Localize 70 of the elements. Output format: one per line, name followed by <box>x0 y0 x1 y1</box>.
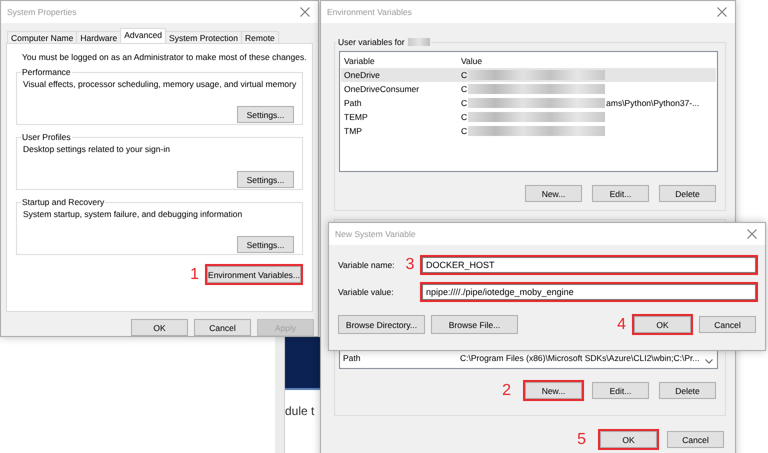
variable-value: C <box>461 126 468 136</box>
input-field[interactable]: npipe:////./pipe/iotedge_moby_engine <box>422 284 756 300</box>
column-header[interactable]: Value <box>458 56 716 66</box>
group-description: System startup, system failure, and debugging information <box>23 209 244 219</box>
variable-name: TEMP <box>343 112 369 122</box>
column-header[interactable]: Variable <box>341 56 458 66</box>
step-number: 2 <box>502 382 511 398</box>
cancel-button[interactable]: Cancel <box>194 319 251 336</box>
group-title: Performance <box>21 67 72 77</box>
cancel-button[interactable]: Cancel <box>667 431 724 448</box>
step-number: 1 <box>190 266 200 282</box>
banner-block <box>285 337 320 390</box>
delete-button[interactable]: Delete <box>659 382 716 399</box>
tab[interactable]: Advanced <box>120 28 166 43</box>
variable-row[interactable]: TEMP C <box>341 110 716 124</box>
variable-value: C <box>461 112 468 122</box>
step-number: 5 <box>577 432 586 448</box>
redacted-name <box>408 38 430 46</box>
close-icon[interactable] <box>747 229 757 239</box>
variable-row[interactable]: OneDrive C <box>341 68 716 82</box>
window-title: New System Variable <box>335 229 416 239</box>
edit-button[interactable]: Edit... <box>592 185 649 202</box>
step-number: 4 <box>617 316 626 332</box>
settings-button[interactable]: Settings... <box>237 171 294 188</box>
step-number: 3 <box>406 256 414 274</box>
tab[interactable]: Computer Name <box>7 31 78 43</box>
input-field[interactable]: DOCKER_HOST <box>422 257 756 273</box>
variable-row[interactable]: Path C ams\Python\Python37-... <box>341 96 716 110</box>
window-title: Environment Variables <box>327 7 412 17</box>
window-title: System Properties <box>7 7 76 17</box>
field-label: Variable name: <box>338 260 396 270</box>
variable-name: Path <box>343 98 362 108</box>
field-label: Variable value: <box>338 286 395 298</box>
cancel-button[interactable]: Cancel <box>699 316 756 333</box>
variable-row[interactable]: Path C:\Program Files (x86)\Microsoft SDKs\Azure\CLI2\wbin;C:\Pr... <box>340 351 701 365</box>
group-title: User variables for <box>338 37 405 47</box>
variable-name: OneDrive <box>343 70 381 80</box>
environment-variables-button[interactable]: Environment Variables... <box>207 266 301 283</box>
group-description: Visual effects, processor scheduling, memory usage, and virtual memory <box>23 79 294 89</box>
variable-value: C:\Program Files (x86)\Microsoft SDKs\Azure\CLI2\wbin;C:\Pr... <box>459 353 700 363</box>
browse-button[interactable]: Browse File... <box>431 315 518 334</box>
page-text: dule t <box>285 404 316 418</box>
delete-button[interactable]: Delete <box>659 185 716 202</box>
settings-button[interactable]: Settings... <box>237 106 294 123</box>
ok-button[interactable]: OK <box>600 431 657 448</box>
group-title: User Profiles <box>21 132 72 142</box>
variable-value: C <box>461 70 468 80</box>
variable-value: C <box>461 98 468 108</box>
new-button[interactable]: New... <box>525 185 582 202</box>
close-icon[interactable] <box>717 7 727 17</box>
ok-button[interactable]: OK <box>634 316 691 333</box>
variable-name: Path <box>342 353 362 363</box>
group-title: Startup and Recovery <box>21 197 106 207</box>
scroll-down-icon[interactable] <box>705 359 713 364</box>
tab[interactable]: Hardware <box>76 31 122 43</box>
variable-row[interactable]: OneDriveConsumer C <box>341 82 716 96</box>
variable-name: TMP <box>343 126 363 136</box>
settings-button[interactable]: Settings... <box>237 236 294 253</box>
ok-button[interactable]: OK <box>131 319 188 336</box>
new-button[interactable]: New... <box>525 382 582 399</box>
browse-button[interactable]: Browse Directory... <box>338 315 425 334</box>
group-description: Desktop settings related to your sign-in <box>23 144 171 154</box>
close-icon[interactable] <box>300 7 310 17</box>
tab[interactable]: System Protection <box>165 31 242 43</box>
variable-value: ams\Python\Python37-... <box>606 98 700 108</box>
variable-row[interactable]: TMP C <box>341 124 716 138</box>
edit-button[interactable]: Edit... <box>592 382 649 399</box>
tab[interactable]: Remote <box>241 31 279 43</box>
variable-value: C <box>461 84 468 94</box>
variable-name: OneDriveConsumer <box>343 84 420 94</box>
